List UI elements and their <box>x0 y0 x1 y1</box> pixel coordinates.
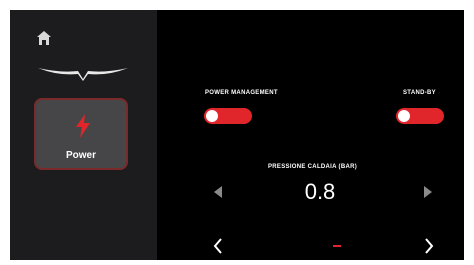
power-management-label: POWER MANAGEMENT <box>205 90 278 96</box>
decrease-pressure-button[interactable] <box>214 186 222 198</box>
stand-by-label: STAND-BY <box>403 90 436 96</box>
toggle-knob <box>206 110 218 122</box>
power-management-toggle[interactable] <box>204 108 252 124</box>
home-icon[interactable] <box>36 30 52 46</box>
chevron-right-icon[interactable] <box>424 238 434 254</box>
sidebar: Power <box>10 10 157 260</box>
lightning-bolt-icon <box>76 114 90 138</box>
stand-by-toggle[interactable] <box>396 108 444 124</box>
power-tile-button[interactable]: Power <box>34 98 128 170</box>
power-tile-label: Power <box>65 150 96 161</box>
pressure-value: 0.8 <box>304 179 336 204</box>
chevron-left-icon[interactable] <box>213 238 223 254</box>
page-indicator <box>333 245 341 247</box>
increase-pressure-button[interactable] <box>424 186 432 198</box>
winged-logo <box>38 68 128 81</box>
toggle-knob <box>398 110 410 122</box>
device-screen: Power POWER MANAGEMENT STAND-BY PRESSION… <box>10 10 464 260</box>
pressure-label: PRESSIONE CALDAIA (bar) <box>268 164 358 170</box>
